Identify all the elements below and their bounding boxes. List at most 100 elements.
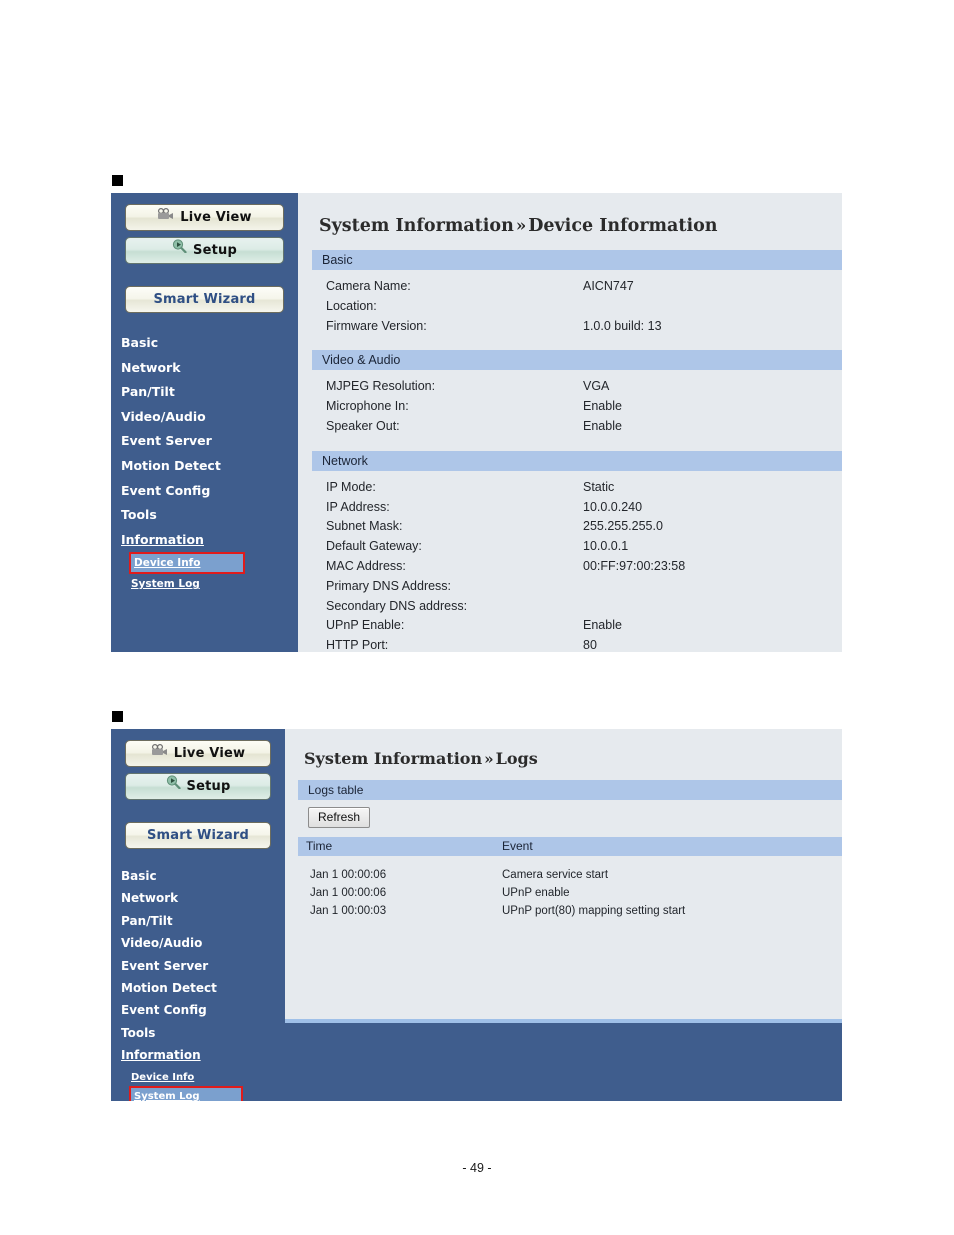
info-key: Speaker Out: <box>326 418 400 433</box>
info-value <box>583 577 842 597</box>
table-row: Jan 1 00:00:06 UPnP enable <box>298 884 842 902</box>
info-row: UPnP Enable: Enable <box>298 616 842 636</box>
live-view-label: Live View <box>173 746 246 761</box>
page-title-main: System Information <box>304 749 483 768</box>
table-row: Jan 1 00:00:06 Camera service start <box>298 866 842 884</box>
logs-table-header: Time Event <box>298 837 842 856</box>
info-key: Location: <box>326 298 377 313</box>
sidebar-item-pan-tilt[interactable]: Pan/Tilt <box>121 910 285 932</box>
info-value: 10.0.0.240 <box>583 499 643 514</box>
sidebar-item-tools[interactable]: Tools <box>121 503 298 528</box>
breadcrumb-chevron-icon: » <box>515 215 527 235</box>
setup-button[interactable]: Setup <box>125 773 271 800</box>
info-key: Camera Name: <box>326 279 411 293</box>
log-event: UPnP port(80) mapping setting start <box>502 905 686 917</box>
sidebar-subitem-system-log[interactable]: System Log <box>129 1085 243 1101</box>
info-row: Firmware Version: 1.0.0 build: 13 <box>298 317 842 337</box>
info-value <box>583 597 842 617</box>
info-key: IP Mode: <box>326 479 376 494</box>
info-key: UPnP Enable: <box>326 618 405 633</box>
sidebar-item-basic[interactable]: Basic <box>121 865 285 887</box>
sidebar-item-information[interactable]: Information <box>121 528 298 553</box>
logs-table: Time Event Jan 1 00:00:06 Camera service… <box>298 837 842 920</box>
info-key: MJPEG Resolution: <box>326 379 436 394</box>
info-value: 255.255.255.0 <box>583 519 663 534</box>
smart-wizard-label: Smart Wizard <box>146 828 250 843</box>
smart-wizard-label: Smart Wizard <box>153 292 256 307</box>
video-camera-icon <box>157 204 174 229</box>
section-rows-basic: Camera Name: AICN747 Location: Firmware … <box>298 270 842 336</box>
sidebar-item-motion-detect[interactable]: Motion Detect <box>121 977 285 999</box>
info-row: Microphone In: Enable <box>298 397 842 417</box>
section-header-basic: Basic <box>312 250 842 270</box>
info-value: VGA <box>583 379 610 394</box>
page-title-sub: Device Information <box>528 216 718 236</box>
sidebar-item-event-config[interactable]: Event Config <box>121 999 285 1021</box>
info-value <box>583 297 842 317</box>
info-key: Secondary DNS address: <box>326 598 468 613</box>
sidebar-item-network[interactable]: Network <box>121 887 285 909</box>
info-value: 10.0.0.1 <box>583 539 629 554</box>
info-key: Microphone In: <box>326 399 409 414</box>
live-view-button[interactable]: Live View <box>125 740 271 767</box>
smart-wizard-button[interactable]: Smart Wizard <box>125 822 271 849</box>
info-row: IP Address: 10.0.0.240 <box>298 498 842 518</box>
setup-button[interactable]: Setup <box>125 237 284 264</box>
info-row: HTTP Port: 80 <box>298 636 842 652</box>
info-key: IP Address: <box>326 499 390 514</box>
info-key: Default Gateway: <box>326 539 422 554</box>
sidebar-item-event-server[interactable]: Event Server <box>121 955 285 977</box>
sidebar-subitem-device-info-row: Device Info <box>121 552 298 575</box>
info-key: Subnet Mask: <box>326 519 403 534</box>
log-time: Jan 1 00:00:06 <box>310 869 387 881</box>
column-header-time: Time <box>306 839 333 853</box>
sidebar-subitem-device-info[interactable]: Device Info <box>131 1069 194 1086</box>
section-rows-video-audio: MJPEG Resolution: VGA Microphone In: Ena… <box>298 370 842 436</box>
device-page-title: System Information» Device Information <box>298 193 842 236</box>
info-key: HTTP Port: <box>326 638 389 652</box>
sidebar-logs-panel: Live View Setup Smart Wizard Basic Netwo… <box>111 729 285 1101</box>
video-camera-icon <box>151 740 168 765</box>
sidebar-item-event-config[interactable]: Event Config <box>121 479 298 504</box>
sidebar-subitem-device-info-row: Device Info <box>121 1067 285 1086</box>
log-time: Jan 1 00:00:03 <box>310 905 387 917</box>
log-event: Camera service start <box>502 869 609 881</box>
sidebar-item-video-audio[interactable]: Video/Audio <box>121 405 298 430</box>
info-row: MAC Address: 00:FF:97:00:23:58 <box>298 557 842 577</box>
setup-label: Setup <box>186 779 231 794</box>
refresh-button[interactable]: Refresh <box>308 807 371 828</box>
live-view-button[interactable]: Live View <box>125 204 284 231</box>
info-value: AICN747 <box>583 279 634 293</box>
primary-button-stack: Live View Setup Smart Wizard <box>111 204 298 313</box>
info-row: Location: <box>298 297 842 317</box>
section-header-video-audio: Video & Audio <box>312 350 842 371</box>
sidebar-item-motion-detect[interactable]: Motion Detect <box>121 454 298 479</box>
page-number: - 49 - <box>462 1161 492 1175</box>
column-header-event: Event <box>502 839 533 853</box>
setup-label: Setup <box>193 243 237 258</box>
log-event: UPnP enable <box>502 887 570 899</box>
system-log-content: System Information» Logs Logs table Refre… <box>285 729 842 1023</box>
sidebar-item-network[interactable]: Network <box>121 356 298 381</box>
page-title-main: System Information <box>319 216 514 236</box>
info-value: Enable <box>583 399 622 414</box>
sidebar-item-information[interactable]: Information <box>121 1044 285 1066</box>
sidebar-item-pan-tilt[interactable]: Pan/Tilt <box>121 380 298 405</box>
info-row: Speaker Out: Enable <box>298 417 842 437</box>
sidebar-item-event-server[interactable]: Event Server <box>121 429 298 454</box>
smart-wizard-button[interactable]: Smart Wizard <box>125 286 284 313</box>
magnifier-gear-icon <box>166 773 181 798</box>
sidebar-subitem-device-info[interactable]: Device Info <box>129 552 245 575</box>
sidebar-subitem-system-log[interactable]: System Log <box>131 575 200 593</box>
sidebar-item-basic[interactable]: Basic <box>121 331 298 356</box>
info-row: MJPEG Resolution: VGA <box>298 377 842 397</box>
sidebar-item-tools[interactable]: Tools <box>121 1022 285 1044</box>
primary-button-stack: Live View Setup Smart Wizard <box>111 740 285 849</box>
info-key: MAC Address: <box>326 558 406 573</box>
refresh-button-wrap: Refresh <box>285 800 842 828</box>
sidebar-nav-device: Basic Network Pan/Tilt Video/Audio Event… <box>111 331 298 593</box>
section-header-network: Network <box>312 450 842 471</box>
section-rows-network: IP Mode: Static IP Address: 10.0.0.240 S… <box>298 471 842 652</box>
sidebar-item-video-audio[interactable]: Video/Audio <box>121 932 285 954</box>
section-bullet-marker <box>112 175 123 186</box>
